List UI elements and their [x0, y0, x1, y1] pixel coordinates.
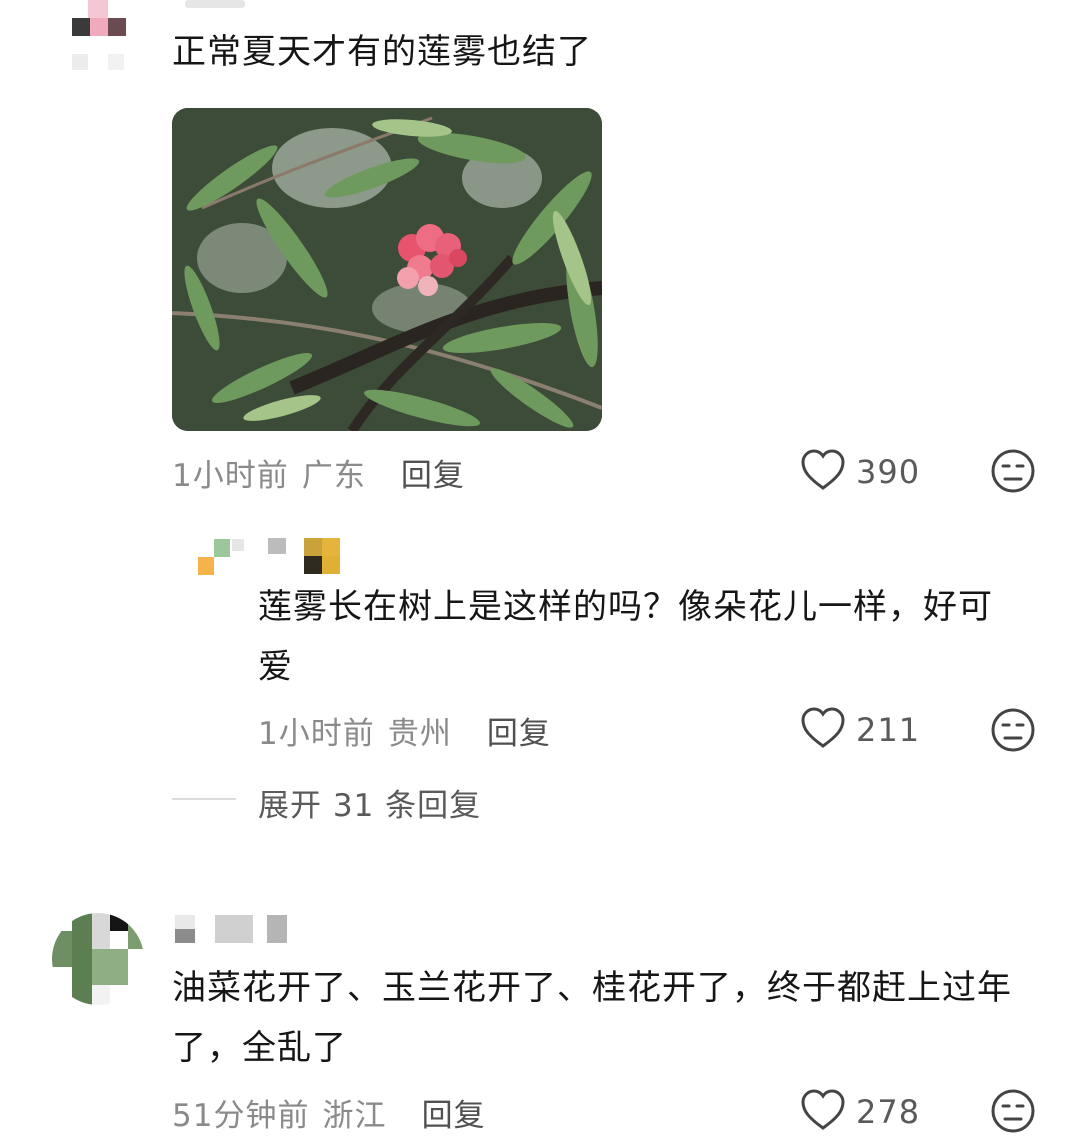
reply-button[interactable]: 回复 [487, 716, 551, 752]
meh-face-icon [990, 449, 1036, 498]
heart-icon [800, 448, 846, 496]
reply-button[interactable]: 回复 [401, 458, 465, 494]
heart-icon [800, 1088, 846, 1136]
expand-divider [172, 798, 236, 800]
timestamp: 51分钟前 [172, 1098, 310, 1134]
like-button[interactable]: 278 [800, 1088, 920, 1136]
username[interactable] [268, 538, 340, 574]
username[interactable] [175, 915, 315, 945]
timestamp: 1小时前 [172, 458, 289, 494]
dislike-button[interactable] [990, 1088, 1036, 1138]
location: 浙江 [322, 1098, 387, 1134]
dislike-button[interactable] [990, 448, 1036, 498]
meh-face-icon [990, 1089, 1036, 1138]
reply-meta: 1小时前 贵州 回复 [258, 708, 551, 753]
avatar[interactable] [190, 535, 250, 580]
timestamp: 1小时前 [258, 716, 375, 752]
username[interactable] [185, 0, 245, 8]
reply-text: 莲雾长在树上是这样的吗？像朵花儿一样，好可爱 [258, 587, 993, 687]
avatar[interactable] [52, 913, 144, 1005]
comment-meta: 1小时前 广东 回复 [172, 450, 465, 495]
location: 广东 [301, 458, 366, 494]
like-button[interactable]: 211 [800, 706, 920, 754]
heart-icon [800, 706, 846, 754]
comment-meta: 51分钟前 浙江 回复 [172, 1090, 486, 1135]
avatar[interactable] [50, 0, 130, 80]
expand-replies-button[interactable]: 展开 31 条回复 [258, 780, 481, 825]
comment-text: 正常夏天才有的莲雾也结了 [172, 32, 592, 72]
like-count: 390 [856, 453, 921, 491]
meh-face-icon [990, 708, 1036, 757]
dislike-button[interactable] [990, 707, 1036, 757]
like-count: 211 [856, 711, 921, 749]
like-button[interactable]: 390 [800, 448, 920, 496]
reply-button[interactable]: 回复 [422, 1098, 486, 1134]
comment-text: 油菜花开了、玉兰花开了、桂花开了，终于都赶上过年了，全乱了 [172, 968, 1012, 1068]
comment-image[interactable] [172, 108, 602, 431]
location: 贵州 [387, 716, 452, 752]
like-count: 278 [856, 1093, 921, 1131]
